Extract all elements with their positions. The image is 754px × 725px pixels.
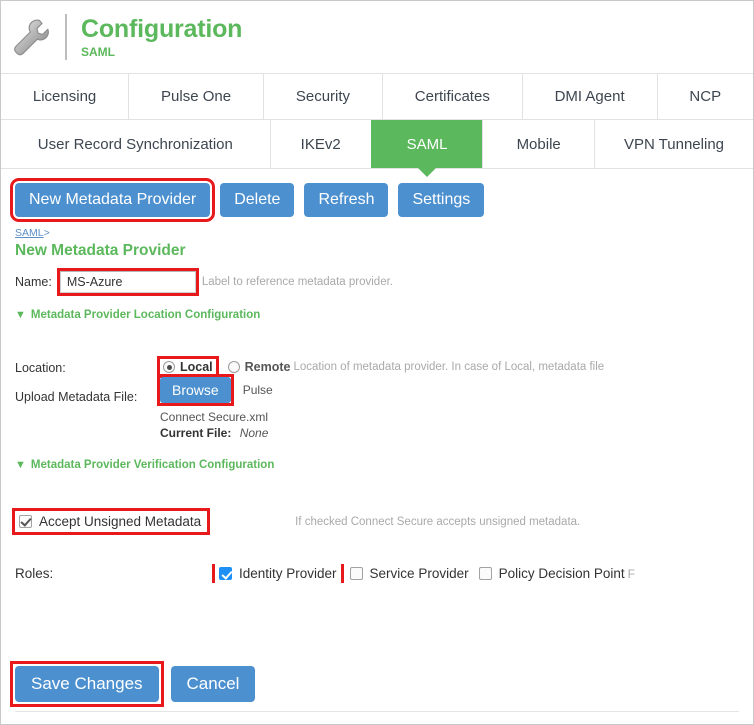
save-changes-button[interactable]: Save Changes <box>15 666 159 702</box>
location-label: Location: <box>15 361 66 375</box>
name-label: Name: <box>15 275 52 289</box>
role-label: Identity Provider <box>239 566 337 581</box>
verification-section-toggle[interactable]: ▼ Metadata Provider Verification Configu… <box>15 459 739 471</box>
role-service-provider-checkbox[interactable]: Service Provider <box>347 564 472 583</box>
role-policy-decision-point-checkbox[interactable]: Policy Decision Point <box>476 564 628 583</box>
current-file-row: Current File: None <box>160 425 273 441</box>
chevron-down-icon: ▼ <box>15 308 26 321</box>
name-input[interactable] <box>59 271 196 293</box>
accept-unsigned-label: Accept Unsigned Metadata <box>39 514 202 529</box>
header-divider <box>65 14 67 60</box>
name-help-text: Label to reference metadata provider. <box>201 276 393 288</box>
configuration-saml-window: Configuration SAML Licensing Pulse One S… <box>0 0 754 725</box>
chevron-down-icon: ▼ <box>15 458 26 471</box>
tab-security[interactable]: Security <box>262 74 382 119</box>
accept-unsigned-help-text: If checked Connect Secure accepts unsign… <box>295 515 581 528</box>
accept-unsigned-row: Accept Unsigned Metadata If checked Conn… <box>11 508 739 535</box>
name-input-highlight <box>56 268 199 296</box>
location-section-toggle[interactable]: ▼ Metadata Provider Location Configurati… <box>15 309 739 321</box>
selected-file-line1: Pulse <box>242 383 273 397</box>
breadcrumb-link-saml[interactable]: SAML <box>15 227 44 239</box>
location-help-text: Location of metadata provider. In case o… <box>293 361 605 373</box>
settings-button[interactable]: Settings <box>398 183 485 217</box>
name-field-row: Name: Label to reference metadata provid… <box>15 268 739 296</box>
tab-label: VPN Tunneling <box>623 135 725 153</box>
tab-ncp[interactable]: NCP <box>656 74 753 119</box>
location-row: Location: Local Remote Location of metad… <box>15 356 739 378</box>
page-subtitle: SAML <box>81 44 115 59</box>
breadcrumb-separator: > <box>43 227 50 239</box>
page-header: Configuration SAML <box>1 1 753 73</box>
upload-metadata-file-label: Upload Metadata File: <box>15 390 138 404</box>
checkbox-accept-unsigned-icon[interactable] <box>19 515 32 528</box>
accept-unsigned-highlight: Accept Unsigned Metadata <box>11 508 211 535</box>
checkbox-identity-provider-icon[interactable] <box>219 567 232 580</box>
tab-mobile[interactable]: Mobile <box>482 120 594 168</box>
upload-controls: Browse Pulse Connect Secure.xml Current … <box>157 374 273 441</box>
new-metadata-provider-button[interactable]: New Metadata Provider <box>9 178 216 222</box>
current-file-label: Current File: <box>160 426 232 440</box>
tab-label: User Record Synchronization <box>37 135 233 153</box>
upload-metadata-file-row: Upload Metadata File: Browse Pulse Conne… <box>15 374 739 441</box>
roles-help-text-clipped: F <box>627 566 635 581</box>
tab-label: DMI Agent <box>554 88 625 105</box>
location-option-local[interactable]: Local <box>160 359 216 375</box>
browse-button-highlight: Browse <box>157 374 234 406</box>
location-radio-group: Local Remote Location of metadata provid… <box>157 356 605 378</box>
location-option-label: Local <box>180 360 213 374</box>
tab-saml[interactable]: SAML <box>370 120 483 177</box>
location-option-remote[interactable]: Remote <box>225 359 294 375</box>
form-footer: Save Changes Cancel <box>1 654 753 707</box>
selected-file-line2: Connect Secure.xml <box>160 410 269 424</box>
radio-local-icon[interactable] <box>163 361 175 373</box>
role-identity-provider-checkbox[interactable]: Identity Provider <box>215 564 341 583</box>
main-content: New Metadata Provider Delete Refresh Set… <box>1 169 753 583</box>
tab-dmi-agent[interactable]: DMI Agent <box>521 74 657 119</box>
wrench-icon <box>9 14 55 60</box>
tab-label: Certificates <box>414 88 490 105</box>
checkbox-policy-decision-point-icon[interactable] <box>478 567 492 580</box>
tab-user-record-synchronization[interactable]: User Record Synchronization <box>1 120 270 168</box>
roles-row: Roles: Identity Provider Service Provide… <box>15 564 739 583</box>
tab-vpn-tunneling[interactable]: VPN Tunneling <box>593 120 753 168</box>
tab-bar-row-2: User Record Synchronization IKEv2 SAML M… <box>1 119 753 177</box>
tab-certificates[interactable]: Certificates <box>381 74 522 119</box>
verification-section-label: Metadata Provider Verification Configura… <box>30 459 275 471</box>
roles-label: Roles: <box>15 566 54 581</box>
tab-bar-row-1: Licensing Pulse One Security Certificate… <box>1 73 753 119</box>
location-section-label: Metadata Provider Location Configuration <box>30 309 261 321</box>
breadcrumb: SAML> <box>15 227 739 240</box>
current-file-value: None <box>239 426 269 440</box>
form-heading: New Metadata Provider <box>15 242 186 259</box>
tab-label: Pulse One <box>161 88 232 105</box>
footer-divider <box>15 711 739 712</box>
tab-label: Licensing <box>32 88 97 105</box>
action-toolbar: New Metadata Provider Delete Refresh Set… <box>9 178 739 222</box>
refresh-button[interactable]: Refresh <box>304 183 389 217</box>
tab-ikev2[interactable]: IKEv2 <box>269 120 371 168</box>
tab-licensing[interactable]: Licensing <box>1 74 128 119</box>
local-option-highlight: Local <box>157 356 219 378</box>
radio-remote-icon[interactable] <box>227 361 240 373</box>
tab-label: Security <box>295 88 351 105</box>
browse-button[interactable]: Browse <box>160 377 231 403</box>
tab-label: NCP <box>689 88 722 105</box>
checkbox-service-provider-icon[interactable] <box>349 567 363 580</box>
location-option-label: Remote <box>244 360 291 374</box>
identity-provider-highlight: Identity Provider <box>212 564 344 583</box>
save-changes-highlight: Save Changes <box>10 661 164 707</box>
cancel-button[interactable]: Cancel <box>170 666 256 702</box>
page-title: Configuration <box>81 14 243 43</box>
tab-label: SAML <box>406 135 448 153</box>
tab-label: IKEv2 <box>300 135 341 153</box>
accept-unsigned-metadata-checkbox[interactable]: Accept Unsigned Metadata <box>15 511 207 532</box>
tab-label: Mobile <box>516 135 561 153</box>
tab-pulse-one[interactable]: Pulse One <box>128 74 263 119</box>
role-label: Service Provider <box>369 566 469 581</box>
delete-button[interactable]: Delete <box>220 183 295 217</box>
role-label: Policy Decision Point <box>498 566 625 581</box>
